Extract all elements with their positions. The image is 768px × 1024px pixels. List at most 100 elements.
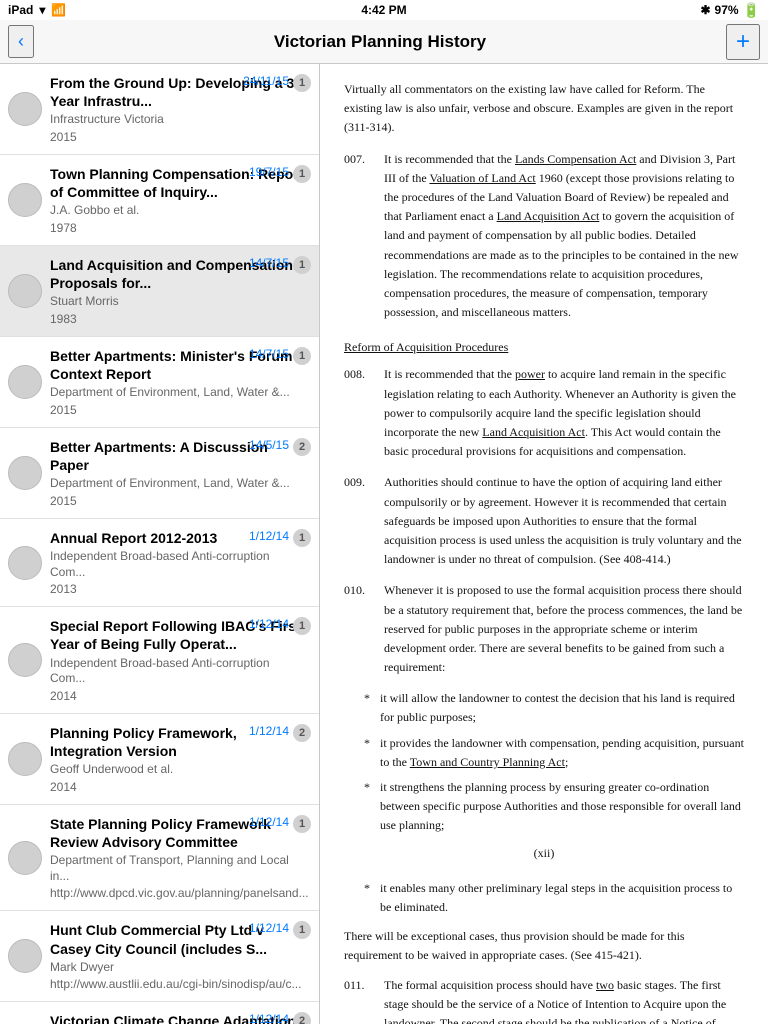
doc-link-lands: Lands Compensation Act	[515, 152, 636, 166]
doc-bullet-2: * it provides the landowner with compens…	[344, 734, 744, 772]
doc-paragraph-008: 008. It is recommended that the power to…	[344, 365, 744, 461]
list-item-date: 14/5/15	[249, 438, 289, 452]
list-item-subtitle: Independent Broad-based Anti-corruption …	[50, 656, 307, 687]
doc-paragraph-007: 007. It is recommended that the Lands Co…	[344, 150, 744, 323]
doc-bullet-3: * it strengthens the planning process by…	[344, 778, 744, 836]
list-item[interactable]: 1/12/141Hunt Club Commercial Pty Ltd v C…	[0, 911, 319, 1002]
list-item-year: 2013	[50, 582, 307, 596]
bullet-text-2: it provides the landowner with compensat…	[380, 734, 744, 772]
list-item[interactable]: 14/7/151Land Acquisition and Compensatio…	[0, 246, 319, 337]
status-left: iPad ▾ 📶	[8, 3, 66, 17]
list-item-subtitle: Department of Environment, Land, Water &…	[50, 385, 307, 401]
list-item-avatar	[8, 742, 42, 776]
list-item-badge: 1	[293, 347, 311, 365]
doc-interlude: There will be exceptional cases, thus pr…	[344, 927, 744, 965]
list-item-date: 24/11/15	[243, 74, 289, 88]
doc-link-power: power	[515, 367, 545, 381]
status-bar: iPad ▾ 📶 4:42 PM ✱ 97% 🔋	[0, 0, 768, 20]
list-item[interactable]: 14/7/151Better Apartments: Minister's Fo…	[0, 337, 319, 428]
bullet-star-3: *	[364, 778, 380, 836]
list-item-badge: 2	[293, 724, 311, 742]
list-item-date: 19/7/15	[249, 165, 289, 179]
list-item-date: 14/7/15	[249, 256, 289, 270]
bullet-text-1: it will allow the landowner to contest t…	[380, 689, 744, 727]
list-item-badge: 1	[293, 529, 311, 547]
list-item[interactable]: 1/12/141Special Report Following IBAC's …	[0, 607, 319, 714]
bluetooth-icon: ✱	[700, 3, 710, 17]
list-item[interactable]: 14/5/152Better Apartments: A Discussion …	[0, 428, 319, 519]
list-item-avatar	[8, 643, 42, 677]
list-item-year: 2015	[50, 494, 307, 508]
doc-bullet-1: * it will allow the landowner to contest…	[344, 689, 744, 727]
list-item[interactable]: 19/7/151Town Planning Compensation: Repo…	[0, 155, 319, 246]
doc-num-011: 011.	[344, 976, 384, 1024]
battery-icon: 🔋	[743, 2, 760, 19]
list-item-date: 14/7/15	[249, 347, 289, 361]
list-item-badge: 1	[293, 617, 311, 635]
list-item-avatar	[8, 841, 42, 875]
doc-paragraph-010: 010. Whenever it is proposed to use the …	[344, 581, 744, 677]
doc-num-007: 007.	[344, 150, 384, 323]
doc-link-town: Town and Country Planning Act	[410, 755, 565, 769]
list-item-subtitle: Infrastructure Victoria	[50, 112, 307, 128]
list-item[interactable]: 1/12/142Victorian Climate Change Adaptat…	[0, 1002, 319, 1024]
list-item-date: 1/12/14	[249, 1012, 289, 1024]
doc-bullet-4: * it enables many other preliminary lega…	[344, 879, 744, 917]
list-item-date: 1/12/14	[249, 724, 289, 738]
doc-body-008: It is recommended that the power to acqu…	[384, 365, 744, 461]
list-item-subtitle: J.A. Gobbo et al.	[50, 203, 307, 219]
doc-num-008: 008.	[344, 365, 384, 461]
doc-body-009: Authorities should continue to have the …	[384, 473, 744, 569]
list-item-subtitle: Independent Broad-based Anti-corruption …	[50, 549, 307, 580]
document-text: Virtually all commentators on the existi…	[344, 80, 744, 1024]
list-item[interactable]: 1/12/141State Planning Policy Framework …	[0, 805, 319, 912]
back-button[interactable]: ‹	[8, 25, 34, 58]
doc-link-land-acq: Land Acquisition Act	[497, 209, 600, 223]
doc-link-valuation: Valuation of Land Act	[429, 171, 535, 185]
list-item-badge: 1	[293, 165, 311, 183]
nav-bar: ‹ Victorian Planning History +	[0, 20, 768, 64]
doc-paragraph-011: 011. The formal acquisition process shou…	[344, 976, 744, 1024]
list-item-date: 1/12/14	[249, 921, 289, 935]
list-item[interactable]: 1/12/141Annual Report 2012-2013Independe…	[0, 519, 319, 607]
doc-num-010: 010.	[344, 581, 384, 677]
list-item-date: 1/12/14	[249, 529, 289, 543]
list-item-subtitle: Department of Transport, Planning and Lo…	[50, 853, 307, 884]
status-right: ✱ 97% 🔋	[700, 2, 760, 19]
doc-num-009: 009.	[344, 473, 384, 569]
doc-body-007: It is recommended that the Lands Compens…	[384, 150, 744, 323]
signal-icon: 📶	[51, 3, 66, 17]
doc-intro: Virtually all commentators on the existi…	[344, 80, 744, 138]
list-item-avatar	[8, 365, 42, 399]
list-item-subtitle: Geoff Underwood et al.	[50, 762, 307, 778]
doc-section-title: Reform of Acquisition Procedures	[344, 338, 744, 357]
list-item-badge: 1	[293, 921, 311, 939]
list-item-avatar	[8, 546, 42, 580]
doc-link-land-acq2: Land Acquisition Act	[482, 425, 585, 439]
bullet-text-4: it enables many other preliminary legal …	[380, 879, 744, 917]
page-number: (xii)	[344, 844, 744, 863]
list-item-year: 1983	[50, 312, 307, 326]
list-item-avatar	[8, 92, 42, 126]
list-item-year: 1978	[50, 221, 307, 235]
list-item-badge: 2	[293, 1012, 311, 1024]
list-item-avatar	[8, 183, 42, 217]
list-item-badge: 2	[293, 438, 311, 456]
list-item[interactable]: 24/11/151From the Ground Up: Developing …	[0, 64, 319, 155]
list-item-badge: 1	[293, 256, 311, 274]
bullet-star-1: *	[364, 689, 380, 727]
list-item-badge: 1	[293, 815, 311, 833]
list-item-avatar	[8, 274, 42, 308]
carrier-label: iPad	[8, 3, 33, 17]
doc-body-011: The formal acquisition process should ha…	[384, 976, 744, 1024]
document-panel: Virtually all commentators on the existi…	[320, 64, 768, 1024]
list-item-year: 2015	[50, 403, 307, 417]
add-button[interactable]: +	[726, 24, 760, 60]
main-content: 24/11/151From the Ground Up: Developing …	[0, 64, 768, 1024]
doc-body-010: Whenever it is proposed to use the forma…	[384, 581, 744, 677]
list-item[interactable]: 1/12/142Planning Policy Framework, Integ…	[0, 714, 319, 805]
battery-label: 97%	[715, 3, 739, 17]
bullet-star-4: *	[364, 879, 380, 917]
wifi-icon: ▾	[39, 3, 45, 17]
list-item-date: 1/12/14	[249, 617, 289, 631]
